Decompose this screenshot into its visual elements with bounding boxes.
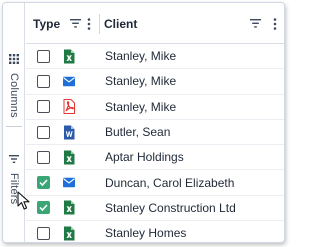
more-options-icon[interactable] [82, 16, 96, 32]
row-checkbox[interactable] [37, 150, 50, 164]
side-panel: Columns Filters [3, 3, 25, 242]
excel-file-icon [63, 200, 75, 215]
pdf-file-icon [63, 99, 75, 115]
tab-filters[interactable]: Filters [6, 151, 22, 204]
row-checkbox[interactable] [37, 49, 50, 63]
excel-file-icon [63, 150, 75, 165]
documents-grid: Type Client Stanley, Mike Stanley, Mike … [26, 3, 284, 242]
row-checkbox[interactable] [37, 226, 50, 240]
row-checkbox[interactable] [37, 100, 50, 114]
table-row[interactable]: Stanley, Mike [26, 44, 284, 70]
table-row[interactable]: Duncan, Carol Elizabeth [26, 170, 284, 196]
table-row[interactable]: Aptar Holdings [26, 145, 284, 171]
side-divider [6, 126, 22, 127]
client-cell: Stanley, Mike [105, 99, 177, 114]
row-checkbox[interactable] [37, 201, 50, 215]
row-checkbox[interactable] [37, 176, 50, 190]
word-file-icon [63, 125, 75, 140]
client-cell: Stanley, Mike [105, 74, 177, 89]
client-cell: Duncan, Carol Elizabeth [105, 175, 235, 190]
grid-header: Type Client [26, 3, 284, 44]
row-checkbox[interactable] [37, 74, 50, 88]
grid-body: Stanley, Mike Stanley, Mike Stanley, Mik… [26, 44, 284, 242]
filter-icon[interactable] [68, 16, 82, 32]
column-resize-handle[interactable] [99, 14, 100, 34]
email-icon [63, 74, 75, 89]
filters-label: Filters [8, 173, 20, 205]
row-checkbox[interactable] [37, 125, 50, 139]
client-cell: Stanley, Mike [105, 49, 177, 64]
columns-icon [9, 51, 19, 69]
column-header-client[interactable]: Client [104, 3, 282, 44]
excel-file-icon [63, 226, 75, 241]
filter-icon[interactable] [248, 16, 262, 32]
type-header-label: Type [33, 16, 61, 31]
client-cell: Butler, Sean [105, 125, 171, 140]
grid-window: Columns Filters Type Client Stanley, Mik… [2, 2, 285, 243]
filter-icon [9, 151, 19, 169]
excel-file-icon [63, 49, 75, 64]
client-cell: Aptar Holdings [105, 150, 184, 165]
columns-label: Columns [8, 73, 20, 118]
table-row[interactable]: Stanley Construction Ltd [26, 196, 284, 222]
client-header-label: Client [104, 16, 138, 31]
table-row[interactable]: Butler, Sean [26, 120, 284, 146]
column-header-type[interactable]: Type [33, 3, 99, 44]
client-cell: Stanley Homes [105, 226, 187, 241]
client-cell: Stanley Construction Ltd [105, 200, 236, 215]
tab-columns[interactable]: Columns [6, 51, 22, 118]
more-options-icon[interactable] [268, 16, 282, 32]
table-row[interactable]: Stanley, Mike [26, 95, 284, 120]
table-row[interactable]: Stanley, Mike [26, 69, 284, 95]
table-row[interactable]: Stanley Homes [26, 221, 284, 242]
email-icon [63, 175, 75, 190]
